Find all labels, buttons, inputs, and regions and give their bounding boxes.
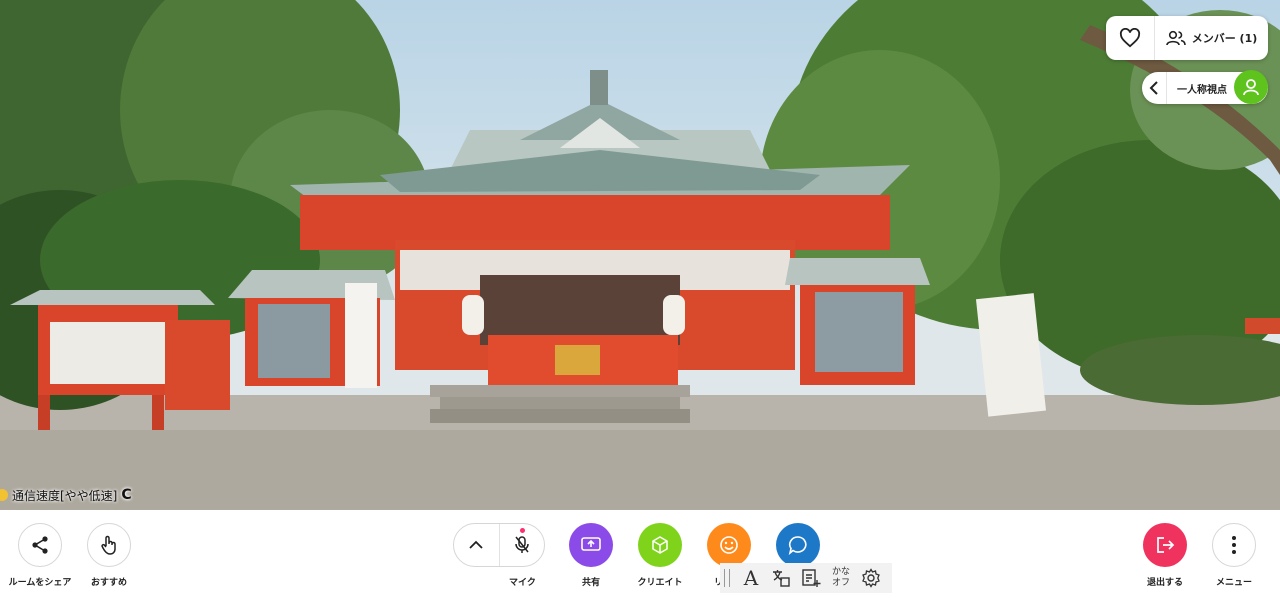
person-icon: [1243, 79, 1259, 96]
hand-pointer-icon: [101, 535, 116, 555]
exit-button[interactable]: 退出する: [1142, 523, 1188, 588]
share-room-label: ルームをシェア: [8, 578, 72, 588]
bottom-toolbar: ルームをシェア おすすめ マイク 共有 クリエイト 退出する メニュー: [0, 510, 1280, 602]
network-status-label: 通信速度[やや低速]: [12, 488, 118, 503]
heart-outline-icon: [1119, 28, 1141, 48]
share-screen-label: 共有: [581, 578, 600, 588]
mic-muted-icon: [515, 536, 529, 553]
people-icon: [1165, 30, 1186, 46]
exit-label: 退出する: [1146, 578, 1183, 588]
add-note-icon: [802, 569, 821, 587]
members-button[interactable]: メンバー (1): [1155, 16, 1268, 60]
translate-button[interactable]: [766, 563, 796, 593]
settings-button[interactable]: [856, 563, 886, 593]
menu-circle: [1212, 523, 1256, 567]
share-circle: [18, 523, 62, 567]
share-icon: [32, 536, 48, 554]
create-circle: [638, 523, 682, 567]
smile-icon: [720, 536, 738, 554]
cube-icon: [652, 536, 668, 554]
banner-right: [975, 293, 1047, 417]
font-icon: A: [743, 566, 759, 590]
chat-button[interactable]: [775, 523, 821, 567]
share-room-button[interactable]: ルームをシェア: [9, 523, 71, 588]
mic-button[interactable]: [500, 524, 545, 566]
ground-near: [0, 430, 1280, 510]
kana-line1: かな: [831, 567, 850, 577]
mic-status-dot: [519, 528, 525, 533]
top-actions-panel: メンバー (1): [1106, 16, 1268, 60]
3d-scene-view[interactable]: [0, 0, 1280, 510]
exit-circle: [1143, 523, 1187, 567]
shrine-scene: [0, 0, 1280, 510]
reaction-circle: [707, 523, 751, 567]
recommend-button[interactable]: おすすめ: [86, 523, 132, 588]
refresh-icon[interactable]: C: [121, 487, 131, 503]
network-status: 通信速度[やや低速] C: [0, 486, 132, 504]
kana-toggle[interactable]: かな オフ: [826, 563, 856, 593]
translate-icon: [773, 570, 790, 587]
accessibility-bar: A かな オフ: [720, 563, 892, 593]
network-indicator: [0, 489, 8, 501]
gear-icon: [862, 568, 880, 588]
recommend-label: おすすめ: [90, 578, 127, 588]
kana-line2: オフ: [831, 578, 850, 588]
font-size-button[interactable]: A: [736, 563, 766, 593]
avatar-button[interactable]: [1234, 70, 1268, 104]
divider: [724, 569, 730, 587]
chevron-left-icon: [1149, 81, 1158, 95]
exit-icon: [1157, 537, 1175, 553]
screen-share-icon: [581, 537, 601, 551]
banner-left: [345, 283, 377, 388]
menu-label: メニュー: [1215, 578, 1252, 588]
chevron-up-icon: [469, 540, 483, 549]
mic-control-group: [453, 523, 545, 567]
add-caption-button[interactable]: [796, 563, 826, 593]
more-vertical-icon: [1232, 536, 1236, 554]
recommend-circle: [87, 523, 131, 567]
expand-button[interactable]: [454, 524, 500, 566]
menu-button[interactable]: メニュー: [1211, 523, 1257, 588]
view-collapse-button[interactable]: [1142, 72, 1167, 104]
chat-bubble-icon: [788, 536, 807, 555]
create-button[interactable]: クリエイト: [630, 523, 690, 588]
distant-building: [1245, 318, 1280, 334]
share-screen-circle: [569, 523, 613, 567]
kana-off-label: かな オフ: [832, 567, 850, 589]
mic-label: マイク: [509, 578, 536, 588]
share-screen-button[interactable]: 共有: [568, 523, 614, 588]
members-label: メンバー (1): [1191, 32, 1258, 45]
chat-circle: [776, 523, 820, 567]
favorite-button[interactable]: [1106, 16, 1155, 60]
create-label: クリエイト: [637, 578, 683, 588]
